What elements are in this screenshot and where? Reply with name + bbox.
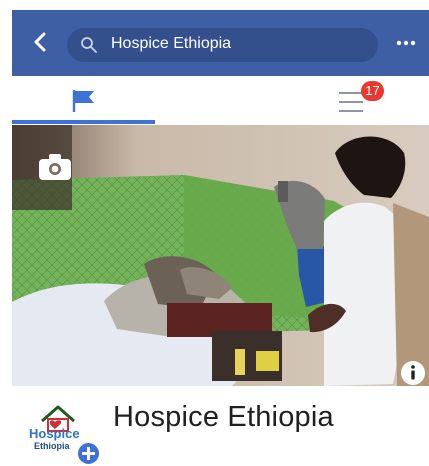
info-icon[interactable] (399, 359, 427, 386)
search-query[interactable]: Hospice Ethiopia (111, 35, 231, 53)
camera-icon[interactable] (38, 153, 72, 181)
cover-photo[interactable] (12, 125, 429, 386)
more-dots-icon[interactable] (394, 31, 418, 55)
active-tab-indicator (12, 120, 155, 124)
logo-text-ethiopia: Ethiopia (34, 441, 70, 451)
page-title: Hospice Ethiopia (113, 401, 334, 433)
search-bar[interactable]: Hospice Ethiopia (67, 28, 378, 62)
plus-icon[interactable] (76, 441, 101, 466)
top-bar: Hospice Ethiopia (12, 10, 429, 76)
logo-text-hospice: Hospice (29, 426, 80, 441)
notification-badge: 17 (361, 81, 384, 101)
flag-icon[interactable] (68, 87, 98, 114)
search-icon (81, 37, 97, 53)
cover-image (12, 125, 429, 386)
page-tabs: 17 (12, 76, 429, 125)
app-screen: Hospice Ethiopia 17 Hospice Ethiopia Hos… (0, 0, 429, 466)
left-margin (0, 0, 12, 463)
back-arrow-icon[interactable] (28, 30, 52, 54)
